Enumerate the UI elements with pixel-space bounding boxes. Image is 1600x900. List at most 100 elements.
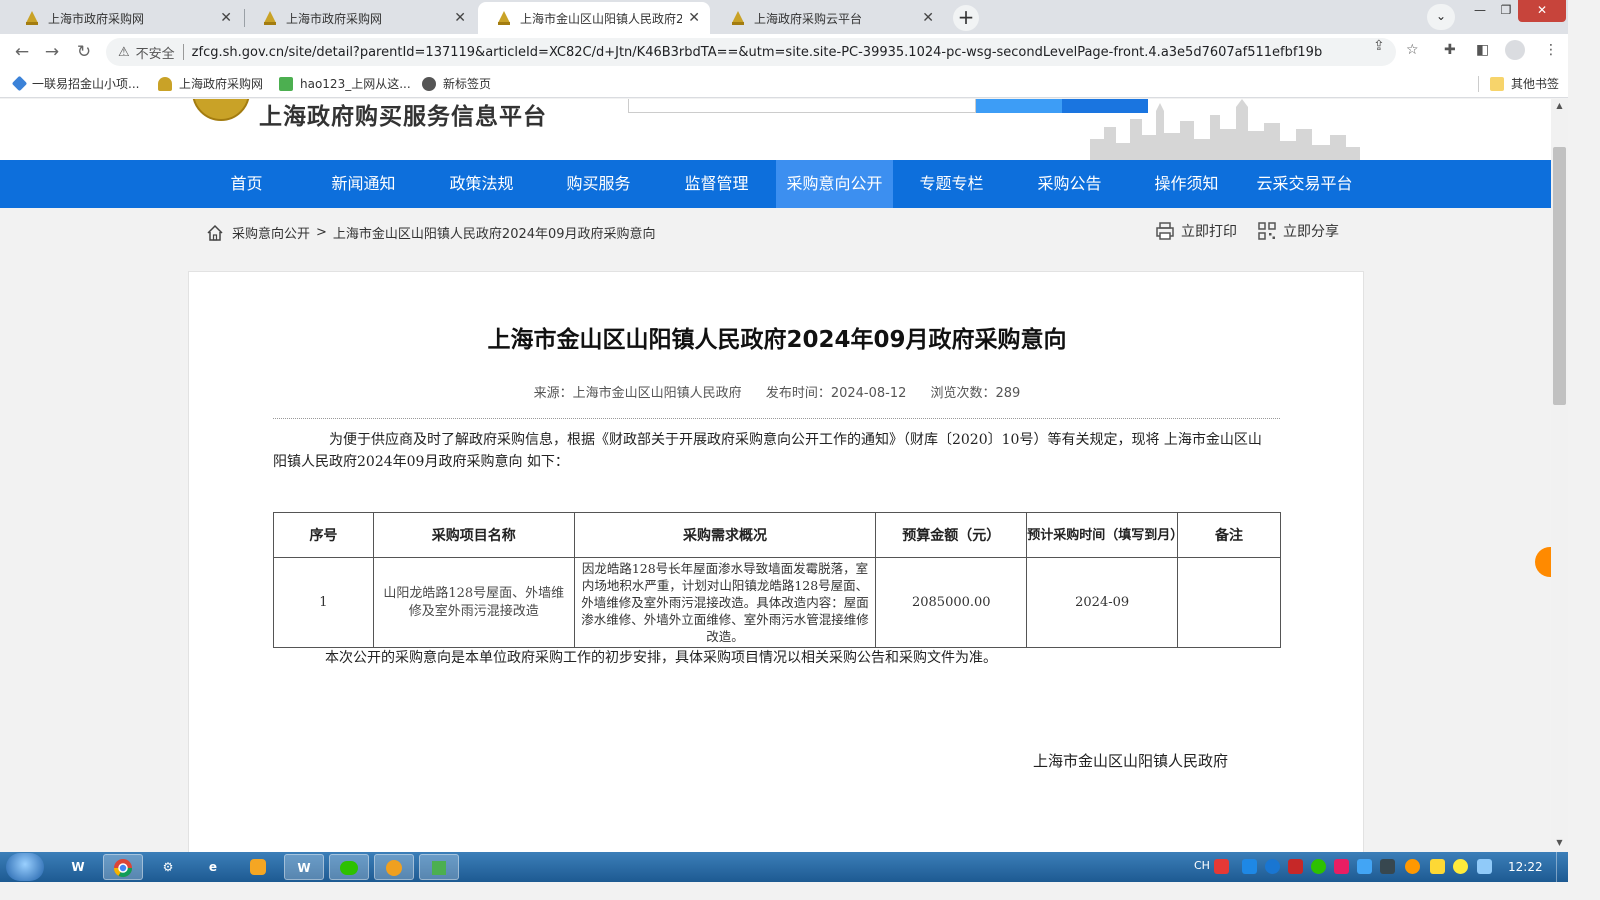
floating-service-icon[interactable] — [1535, 547, 1551, 577]
bookmark-label: 上海政府采购网 — [179, 77, 264, 91]
page-scrollbar[interactable]: ▲ ▼ — [1551, 99, 1568, 852]
browser-tab-1[interactable]: 上海市政府采购网 ✕ — [6, 2, 242, 34]
tab-title: 上海市政府采购网 — [48, 11, 145, 26]
new-tab-button[interactable]: + — [953, 5, 979, 31]
nav-instructions[interactable]: 操作须知 — [1128, 160, 1245, 208]
nav-news[interactable]: 新闻通知 — [305, 160, 422, 208]
bookmark-favicon-icon — [11, 75, 28, 92]
cell-project-name: 山阳龙皓路128号屋面、外墙维修及室外雨污混接改造 — [372, 557, 575, 648]
browser-tab-2[interactable]: 上海市政府采购网 ✕ — [244, 2, 476, 34]
nav-home[interactable]: 首页 — [188, 160, 305, 208]
tab-title: 上海市政府采购网 — [286, 11, 383, 26]
printer-icon — [1156, 222, 1174, 240]
tray-app-icon[interactable] — [1430, 859, 1445, 874]
other-bookmarks-folder[interactable]: 其他书签 — [1490, 75, 1559, 92]
scroll-thumb[interactable] — [1553, 147, 1566, 405]
table-header-row: 序号 采购项目名称 采购需求概况 预算金额（元） 预计采购时间（填写到月） 备注 — [273, 512, 1281, 558]
scroll-down-arrow-icon[interactable]: ▼ — [1551, 838, 1568, 850]
home-icon[interactable] — [206, 224, 224, 242]
col-header-budget: 预算金额（元） — [875, 512, 1028, 558]
tray-browser-icon[interactable] — [1265, 859, 1280, 874]
browser-toolbar: ← → ↻ ⚠ 不安全 zfcg.sh.gov.cn/site/detail?p… — [0, 34, 1568, 70]
taskbar-ie-icon[interactable]: e — [193, 854, 233, 880]
browser-tab-3-active[interactable]: 上海市金山区山阳镇人民政府2024 ✕ — [478, 2, 710, 34]
nav-purchase-services[interactable]: 购买服务 — [540, 160, 657, 208]
nav-supervision[interactable]: 监督管理 — [658, 160, 775, 208]
tray-app-icon[interactable] — [1357, 859, 1372, 874]
input-language[interactable]: CH — [1194, 859, 1210, 872]
bookmark-star-icon[interactable]: ☆ — [1406, 42, 1419, 58]
back-arrow-icon[interactable]: ← — [10, 40, 34, 64]
site-title[interactable]: 上海政府购买服务信息平台 — [259, 99, 547, 131]
breadcrumb-parent[interactable]: 采购意向公开 — [232, 223, 310, 242]
tray-app-icon[interactable] — [1334, 859, 1349, 874]
taskbar-app-icon[interactable] — [238, 854, 278, 880]
procurement-table: 序号 采购项目名称 采购需求概况 预算金额（元） 预计采购时间（填写到月） 备注… — [273, 512, 1281, 648]
bookmark-item[interactable]: 一联易招金山小项... — [11, 75, 139, 92]
taskbar-wps-icon[interactable]: W — [284, 854, 324, 880]
url-text[interactable]: zfcg.sh.gov.cn/site/detail?parentId=1371… — [192, 45, 1322, 60]
tray-wps-icon[interactable] — [1288, 859, 1303, 874]
share-label: 立即分享 — [1283, 224, 1339, 240]
bookmark-item[interactable]: 上海政府采购网 — [158, 75, 263, 92]
profile-avatar-icon[interactable] — [1505, 40, 1525, 60]
main-navigation: 首页 新闻通知 政策法规 购买服务 监督管理 采购意向公开 专题专栏 采购公告 … — [0, 160, 1551, 208]
windows-start-icon[interactable] — [6, 853, 44, 881]
taskbar-wechat-icon[interactable] — [329, 854, 369, 880]
tray-network-icon[interactable] — [1477, 859, 1492, 874]
print-button[interactable]: 立即打印 — [1155, 221, 1237, 241]
tab-title: 上海市金山区山阳镇人民政府2024 — [520, 11, 683, 26]
cell-time: 2024-09 — [1026, 557, 1179, 648]
address-bar[interactable]: ⚠ 不安全 zfcg.sh.gov.cn/site/detail?parentI… — [106, 38, 1396, 66]
taskbar-apps-icon[interactable] — [419, 854, 459, 880]
close-tab-icon[interactable]: ✕ — [688, 10, 700, 26]
tray-wechat-icon[interactable] — [1311, 859, 1326, 874]
scroll-up-arrow-icon[interactable]: ▲ — [1551, 101, 1568, 113]
taskbar-chrome-icon[interactable] — [103, 854, 143, 880]
minimize-icon[interactable]: — — [1466, 0, 1494, 22]
forward-arrow-icon[interactable]: → — [40, 40, 64, 64]
share-page-icon[interactable]: ⇪ — [1373, 38, 1385, 54]
browser-tab-4[interactable]: 上海政府采购云平台 ✕ — [712, 2, 944, 34]
bookmark-item[interactable]: 新标签页 — [422, 75, 491, 92]
taskbar-word-icon[interactable]: W — [58, 854, 98, 880]
reload-icon[interactable]: ↻ — [72, 40, 96, 64]
bookmark-item[interactable]: hao123_上网从这... — [279, 75, 411, 92]
tray-app-icon[interactable] — [1405, 859, 1420, 874]
extensions-puzzle-icon[interactable]: ✚ — [1444, 42, 1456, 58]
nav-procurement-intent[interactable]: 采购意向公开 — [776, 160, 893, 208]
more-menu-icon[interactable]: ⋮ — [1544, 42, 1558, 58]
side-panel-icon[interactable]: ◧ — [1476, 42, 1489, 58]
share-button[interactable]: 立即分享 — [1257, 221, 1339, 241]
national-emblem-logo[interactable] — [192, 99, 250, 121]
tray-app-icon[interactable] — [1380, 859, 1395, 874]
close-tab-icon[interactable]: ✕ — [454, 10, 466, 26]
taskbar-clock[interactable]: 12:22 — [1508, 860, 1543, 874]
close-window-icon[interactable]: ✕ — [1518, 0, 1566, 22]
close-tab-icon[interactable]: ✕ — [922, 10, 934, 26]
search-button[interactable] — [976, 99, 1062, 113]
site-search-input[interactable] — [628, 99, 976, 113]
col-header-project-name: 采购项目名称 — [372, 512, 575, 558]
nav-policy[interactable]: 政策法规 — [423, 160, 540, 208]
nav-announcements[interactable]: 采购公告 — [1011, 160, 1128, 208]
dotted-divider — [273, 418, 1280, 419]
breadcrumb-separator: > — [316, 225, 327, 240]
show-desktop-button[interactable] — [1556, 852, 1568, 882]
taskbar-settings-icon[interactable]: ⚙ — [148, 854, 188, 880]
nav-cloud-platform[interactable]: 云采交易平台 — [1246, 160, 1363, 208]
article-card: 上海市金山区山阳镇人民政府2024年09月政府采购意向 来源：上海市金山区山阳镇… — [188, 271, 1364, 852]
tray-app-icon[interactable] — [1242, 859, 1257, 874]
tray-app-icon[interactable] — [1453, 859, 1468, 874]
emblem-icon — [730, 10, 746, 26]
nav-special-topics[interactable]: 专题专栏 — [893, 160, 1010, 208]
taskbar-browser-icon[interactable] — [374, 854, 414, 880]
restore-icon[interactable]: ❐ — [1494, 0, 1518, 22]
bookmarks-bar: 一联易招金山小项... 上海政府采购网 hao123_上网从这... 新标签页 … — [0, 70, 1568, 98]
close-tab-icon[interactable]: ✕ — [220, 10, 232, 26]
cell-budget: 2085000.00 — [875, 557, 1028, 648]
tab-search-icon[interactable]: ⌄ — [1427, 4, 1455, 30]
col-header-no: 序号 — [273, 512, 374, 558]
breadcrumb-current: 上海市金山区山阳镇人民政府2024年09月政府采购意向 — [332, 227, 656, 242]
tray-sogou-icon[interactable] — [1214, 859, 1229, 874]
